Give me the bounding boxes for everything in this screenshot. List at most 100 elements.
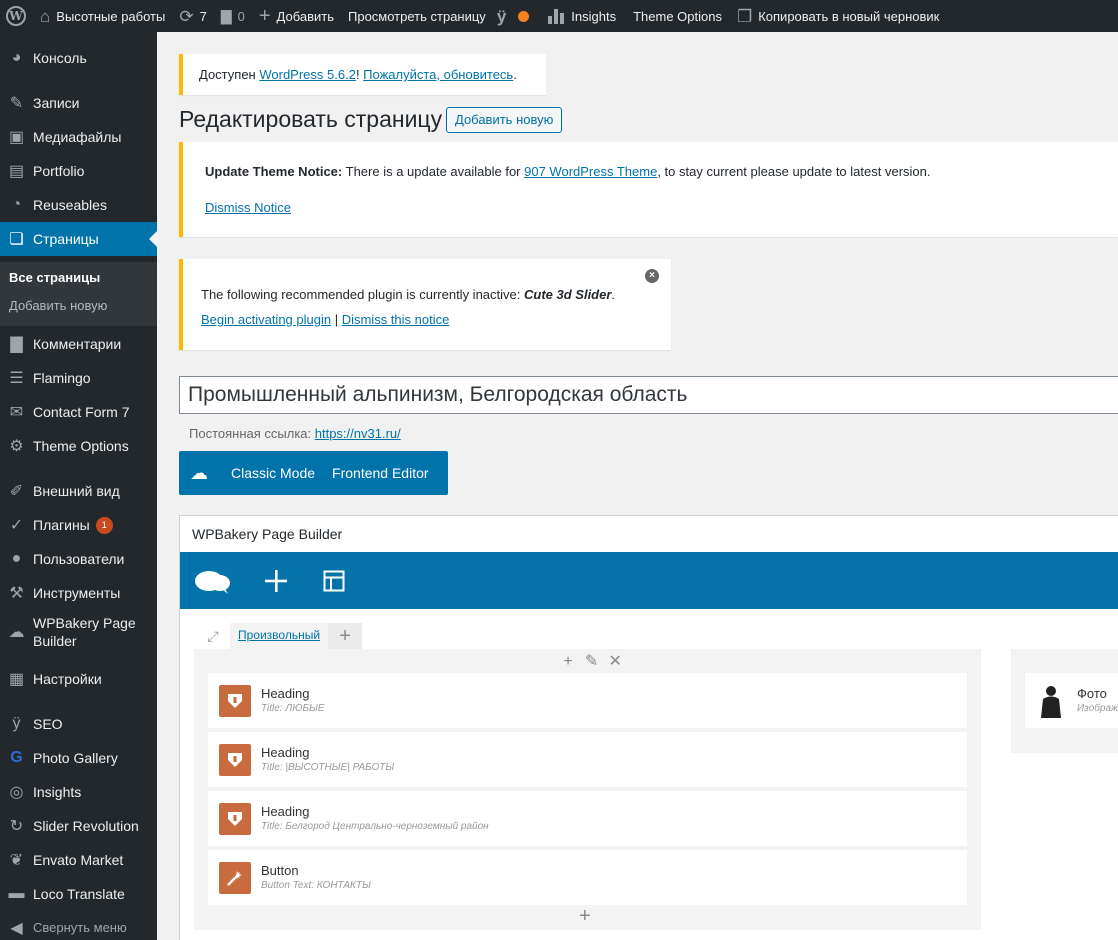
wpbakery-toolbar: [180, 552, 1118, 609]
plugin-notice: The following recommended plugin is curr…: [179, 259, 671, 350]
comments-link[interactable]: ▇ 0: [214, 0, 252, 32]
pages-icon: ❏: [9, 231, 24, 248]
submenu-all-pages[interactable]: Все страницы: [9, 270, 100, 285]
sidebar-item-portfolio[interactable]: ▤ Portfolio: [0, 154, 157, 188]
sidebar-item-media[interactable]: ▣ Медиафайлы: [0, 120, 157, 154]
yoast-icon: ÿ: [496, 6, 507, 26]
sidebar-item-wpbakery[interactable]: ☁ WPBakery Page Builder: [0, 610, 157, 654]
add-new-button[interactable]: Добавить новую: [446, 107, 563, 133]
sidebar-item-posts[interactable]: ✎ Записи: [0, 86, 157, 120]
column-right: Фото Изображ: [1011, 649, 1118, 753]
sidebar-item-slider-revolution[interactable]: ↻ Slider Revolution: [0, 809, 157, 843]
update-now-link[interactable]: Пожалуйста, обновитесь: [363, 67, 513, 82]
add-new-label: Добавить: [276, 8, 334, 24]
main-content: Доступен WordPress 5.6.2! Пожалуйста, об…: [157, 32, 1118, 940]
heading-icon: [219, 743, 251, 776]
sidebar-item-seo[interactable]: ÿ SEO: [0, 707, 157, 741]
tab-custom[interactable]: Произвольный: [230, 623, 329, 649]
leaf-icon: ❦: [9, 852, 24, 869]
settings-icon: ▦: [8, 671, 25, 688]
flamingo-icon: ☰: [9, 370, 24, 387]
close-notice-icon[interactable]: ×: [645, 269, 659, 283]
element-heading[interactable]: Heading Title: ЛЮБЫЕ: [208, 673, 967, 728]
fullscreen-toggle-icon[interactable]: ⤢: [196, 623, 230, 649]
user-icon: ●: [11, 550, 22, 567]
element-button[interactable]: Button Button Text: КОНТАКТЫ: [208, 850, 967, 905]
pie-icon: ◔: [11, 196, 22, 213]
templates-icon[interactable]: [322, 570, 346, 592]
sidebar-item-envato[interactable]: ❦ Envato Market: [0, 843, 157, 877]
sidebar-item-users[interactable]: ● Пользователи: [0, 542, 157, 576]
pin-icon: ✎: [9, 95, 24, 112]
sidebar-item-photo-gallery[interactable]: G Photo Gallery: [0, 741, 157, 775]
theme-link[interactable]: 907 WordPress Theme: [524, 164, 657, 179]
insights-icon: ◎: [9, 784, 24, 801]
wp-update-notice: Доступен WordPress 5.6.2! Пожалуйста, об…: [179, 54, 546, 95]
add-tab-button[interactable]: +: [328, 623, 363, 649]
sidebar-item-flamingo[interactable]: ☰ Flamingo: [0, 361, 157, 395]
delete-column-icon[interactable]: ✕: [605, 651, 625, 671]
comment-icon: ▇: [10, 336, 23, 353]
gear-icon: ⚙: [9, 438, 24, 455]
sidebar-item-comments[interactable]: ▇ Комментарии: [0, 327, 157, 361]
media-icon: ▣: [8, 129, 25, 146]
updates-count: 7: [199, 8, 207, 24]
updates-link[interactable]: ⟳ 7: [172, 0, 213, 32]
brush-icon: ✐: [9, 483, 24, 500]
element-heading[interactable]: Heading Title: |ВЫСОТНЫЕ| РАБОТЫ: [208, 732, 967, 787]
sidebar-item-dashboard[interactable]: ◕ Консоль: [0, 41, 157, 75]
sidebar-item-insights[interactable]: ◎ Insights: [0, 775, 157, 809]
element-heading[interactable]: Heading Title: Белгород Центрально-черно…: [208, 791, 967, 846]
copy-draft-label: Копировать в новый черновик: [758, 8, 940, 24]
dismiss-plugin-notice-link[interactable]: Dismiss this notice: [342, 312, 450, 327]
view-page-label: Просмотреть страницу: [348, 8, 486, 24]
classic-mode-button[interactable]: Classic Mode: [219, 465, 327, 481]
plugins-update-badge: 1: [95, 516, 113, 534]
insights-menu[interactable]: Insights: [536, 0, 623, 32]
add-element-bottom-icon[interactable]: +: [579, 906, 591, 926]
plugin-icon: ✓: [9, 517, 24, 534]
seo-status-dot-icon: [518, 10, 530, 22]
plus-icon: +: [258, 5, 271, 27]
add-in-column-icon[interactable]: +: [558, 653, 578, 671]
wp-logo-menu[interactable]: W: [0, 0, 36, 32]
add-new-menu[interactable]: + Добавить: [252, 0, 341, 32]
pages-submenu: Все страницы Добавить новую: [0, 262, 157, 326]
comments-count: 0: [237, 8, 245, 24]
admin-sidebar: ◕ Консоль ✎ Записи ▣ Медиафайлы ▤ Portfo…: [0, 32, 157, 940]
frontend-editor-button[interactable]: Frontend Editor: [327, 465, 434, 481]
copy-draft-link[interactable]: ❐ Копировать в новый черновик: [729, 0, 946, 32]
sidebar-item-contact-form[interactable]: ✉ Contact Form 7: [0, 395, 157, 429]
sidebar-item-tools[interactable]: ⚒ Инструменты: [0, 576, 157, 610]
permalink-url[interactable]: https://nv31.ru/: [315, 426, 401, 441]
dismiss-theme-notice-link[interactable]: Dismiss Notice: [205, 200, 291, 215]
add-element-icon[interactable]: [262, 569, 290, 593]
sidebar-item-loco-translate[interactable]: ▬ Loco Translate: [0, 877, 157, 911]
home-icon: ⌂: [40, 6, 51, 26]
sidebar-item-pages[interactable]: ❏ Страницы: [0, 222, 157, 256]
collapse-menu-button[interactable]: ◀ Свернуть меню: [0, 911, 157, 940]
seo-menu[interactable]: ÿ: [493, 0, 536, 32]
yoast-icon: ÿ: [12, 715, 21, 732]
activate-plugin-link[interactable]: Begin activating plugin: [201, 312, 331, 327]
sidebar-item-theme-options[interactable]: ⚙ Theme Options: [0, 429, 157, 463]
sidebar-item-settings[interactable]: ▦ Настройки: [0, 662, 157, 696]
view-page-link[interactable]: Просмотреть страницу: [341, 0, 493, 32]
comment-bubble-icon: ▇: [220, 8, 232, 24]
post-title-input[interactable]: Промышленный альпинизм, Белгородская обл…: [179, 376, 1118, 414]
wp-version-link[interactable]: WordPress 5.6.2: [259, 67, 356, 82]
wpbakery-logo-icon[interactable]: [194, 567, 232, 595]
wpbakery-panel: WPBakery Page Builder ⤢ Произвольный + +…: [179, 515, 1118, 940]
site-name-link[interactable]: ⌂ Высотные работы: [36, 0, 172, 32]
edit-column-icon[interactable]: ✎: [582, 651, 602, 671]
site-name: Высотные работы: [56, 8, 166, 24]
theme-options-link[interactable]: Theme Options: [623, 0, 729, 32]
sidebar-item-reuseables[interactable]: ◔ Reuseables: [0, 188, 157, 222]
element-photo[interactable]: Фото Изображ: [1025, 673, 1118, 728]
sidebar-item-plugins[interactable]: ✓ Плагины 1: [0, 508, 157, 542]
permalink: Постоянная ссылка: https://nv31.ru/: [189, 426, 401, 441]
translate-icon: ▬: [8, 885, 25, 902]
sidebar-item-appearance[interactable]: ✐ Внешний вид: [0, 474, 157, 508]
submenu-add-new[interactable]: Добавить новую: [9, 298, 107, 313]
heading-icon: [219, 802, 251, 835]
